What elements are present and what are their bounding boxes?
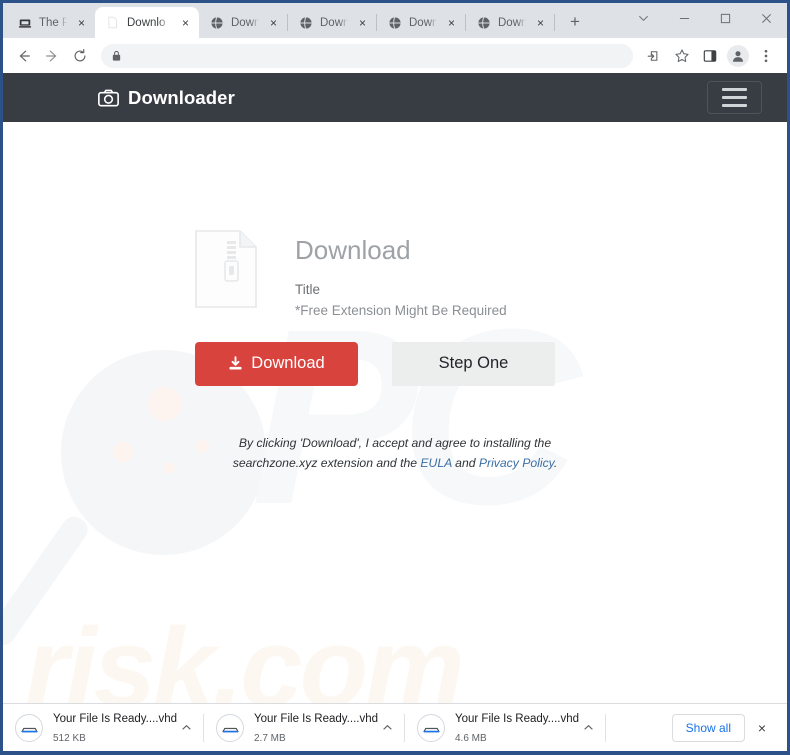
new-tab-button[interactable]: + [561, 8, 589, 36]
download-file-size: 512 KB [53, 732, 86, 744]
tab-label: The Pira [39, 16, 67, 29]
download-item-meta: Your File Is Ready....vhd 512 KB [53, 709, 177, 746]
download-button-label: Download [251, 354, 325, 373]
download-actions: Download Step One [195, 341, 595, 386]
shelf-divider [605, 713, 606, 742]
share-icon[interactable] [641, 43, 667, 69]
address-bar[interactable] [101, 43, 633, 68]
browser-tab-5[interactable]: Downlo × [466, 7, 554, 38]
web-page: Downloader PC risk.com Download Title *F… [3, 73, 787, 751]
watermark-dot [163, 462, 175, 474]
tab-strip: The Pira × Downlo × Downlo × Downlo × [3, 3, 787, 38]
show-all-button[interactable]: Show all [671, 713, 745, 742]
privacy-policy-link[interactable]: Privacy Policy [479, 456, 554, 470]
download-card: Download Title *Free Extension Might Be … [195, 230, 595, 386]
globe-icon [387, 15, 402, 30]
download-arrow-icon [228, 356, 243, 371]
download-item[interactable]: Your File Is Ready....vhd 2.7 MB [204, 704, 404, 752]
minimize-icon[interactable] [664, 3, 705, 33]
browser-tab-3[interactable]: Downlo × [288, 7, 376, 38]
tab-close-button[interactable]: × [444, 15, 459, 30]
window-controls [623, 3, 787, 33]
download-heading: Download [295, 235, 411, 265]
pirate-bay-icon [17, 15, 32, 30]
tab-label: Downlo [409, 16, 437, 29]
side-panel-icon[interactable] [697, 43, 723, 69]
disk-drive-icon [15, 713, 43, 742]
page-content: PC risk.com Download Title *Free Extensi… [3, 122, 787, 703]
brand-label: Downloader [128, 86, 235, 108]
download-subtitle: Title [295, 281, 321, 297]
tab-close-button[interactable]: × [355, 15, 370, 30]
download-item-meta: Your File Is Ready....vhd 2.7 MB [254, 709, 378, 746]
maximize-icon[interactable] [705, 3, 746, 33]
hamburger-menu-icon[interactable] [707, 81, 762, 114]
globe-icon [298, 15, 313, 30]
tab-close-button[interactable]: × [533, 15, 548, 30]
download-file-name: Your File Is Ready....vhd [53, 712, 178, 725]
browser-window: The Pira × Downlo × Downlo × Downlo × [0, 0, 790, 755]
download-card-header: Download Title *Free Extension Might Be … [195, 230, 595, 322]
browser-tab-4[interactable]: Downlo × [377, 7, 465, 38]
profile-avatar-icon[interactable] [727, 44, 749, 67]
close-icon[interactable] [746, 3, 787, 33]
zip-file-icon [195, 230, 257, 313]
tab-close-button[interactable]: × [266, 15, 281, 30]
star-icon[interactable] [669, 43, 695, 69]
tab-label: Downlo [320, 16, 348, 29]
browser-toolbar [3, 38, 787, 73]
download-button[interactable]: Download [195, 341, 358, 386]
camera-icon [98, 89, 119, 107]
watermark-dot [113, 442, 133, 462]
download-file-name: Your File Is Ready....vhd [254, 712, 379, 725]
globe-icon [476, 15, 491, 30]
download-shelf: Your File Is Ready....vhd 512 KB Your Fi… [3, 703, 787, 751]
download-file-size: 2.7 MB [254, 732, 286, 744]
download-item[interactable]: Your File Is Ready....vhd 4.6 MB [405, 704, 605, 752]
tab-label: Downlo [127, 16, 166, 29]
reload-icon[interactable] [67, 43, 93, 69]
download-file-name: Your File Is Ready....vhd [455, 712, 580, 725]
disk-drive-icon [216, 713, 244, 742]
browser-tab-1[interactable]: Downlo × [95, 7, 199, 38]
three-dot-menu-icon[interactable] [753, 43, 779, 69]
download-note: *Free Extension Might Be Required [295, 302, 507, 318]
tab-close-button[interactable]: × [74, 15, 89, 30]
shelf-close-icon[interactable]: × [749, 715, 775, 741]
tab-close-button[interactable]: × [178, 15, 193, 30]
chevron-up-icon[interactable] [376, 717, 398, 739]
watermark-dot [148, 387, 182, 421]
site-header: Downloader [3, 73, 787, 122]
risk-watermark: risk.com [25, 605, 465, 704]
tab-search-icon[interactable] [623, 3, 664, 33]
chevron-up-icon[interactable] [175, 717, 197, 739]
disclaimer-part-2: and [451, 455, 479, 470]
forward-arrow-icon[interactable] [39, 43, 65, 69]
disclaimer-text: By clicking 'Download', I accept and agr… [195, 434, 595, 474]
tab-label: Downlo [498, 16, 526, 29]
back-arrow-icon[interactable] [11, 43, 37, 69]
eula-link[interactable]: EULA [420, 456, 451, 470]
disclaimer-part-3: . [553, 455, 558, 470]
download-file-size: 4.6 MB [455, 732, 487, 744]
site-brand[interactable]: Downloader [98, 87, 235, 109]
download-item-meta: Your File Is Ready....vhd 4.6 MB [455, 709, 579, 746]
lock-icon [111, 50, 122, 62]
download-card-text: Download Title *Free Extension Might Be … [295, 230, 507, 322]
browser-tab-2[interactable]: Downlo × [199, 7, 287, 38]
tab-divider [554, 14, 555, 31]
chevron-up-icon[interactable] [577, 717, 599, 739]
download-item[interactable]: Your File Is Ready....vhd 512 KB [3, 704, 203, 752]
tab-label: Downlo [231, 16, 259, 29]
disk-drive-icon [417, 713, 445, 742]
shelf-actions: Show all × [671, 713, 787, 742]
page-icon [105, 15, 120, 30]
browser-tab-0[interactable]: The Pira × [7, 7, 95, 38]
step-one-button[interactable]: Step One [392, 341, 555, 386]
globe-icon [209, 15, 224, 30]
